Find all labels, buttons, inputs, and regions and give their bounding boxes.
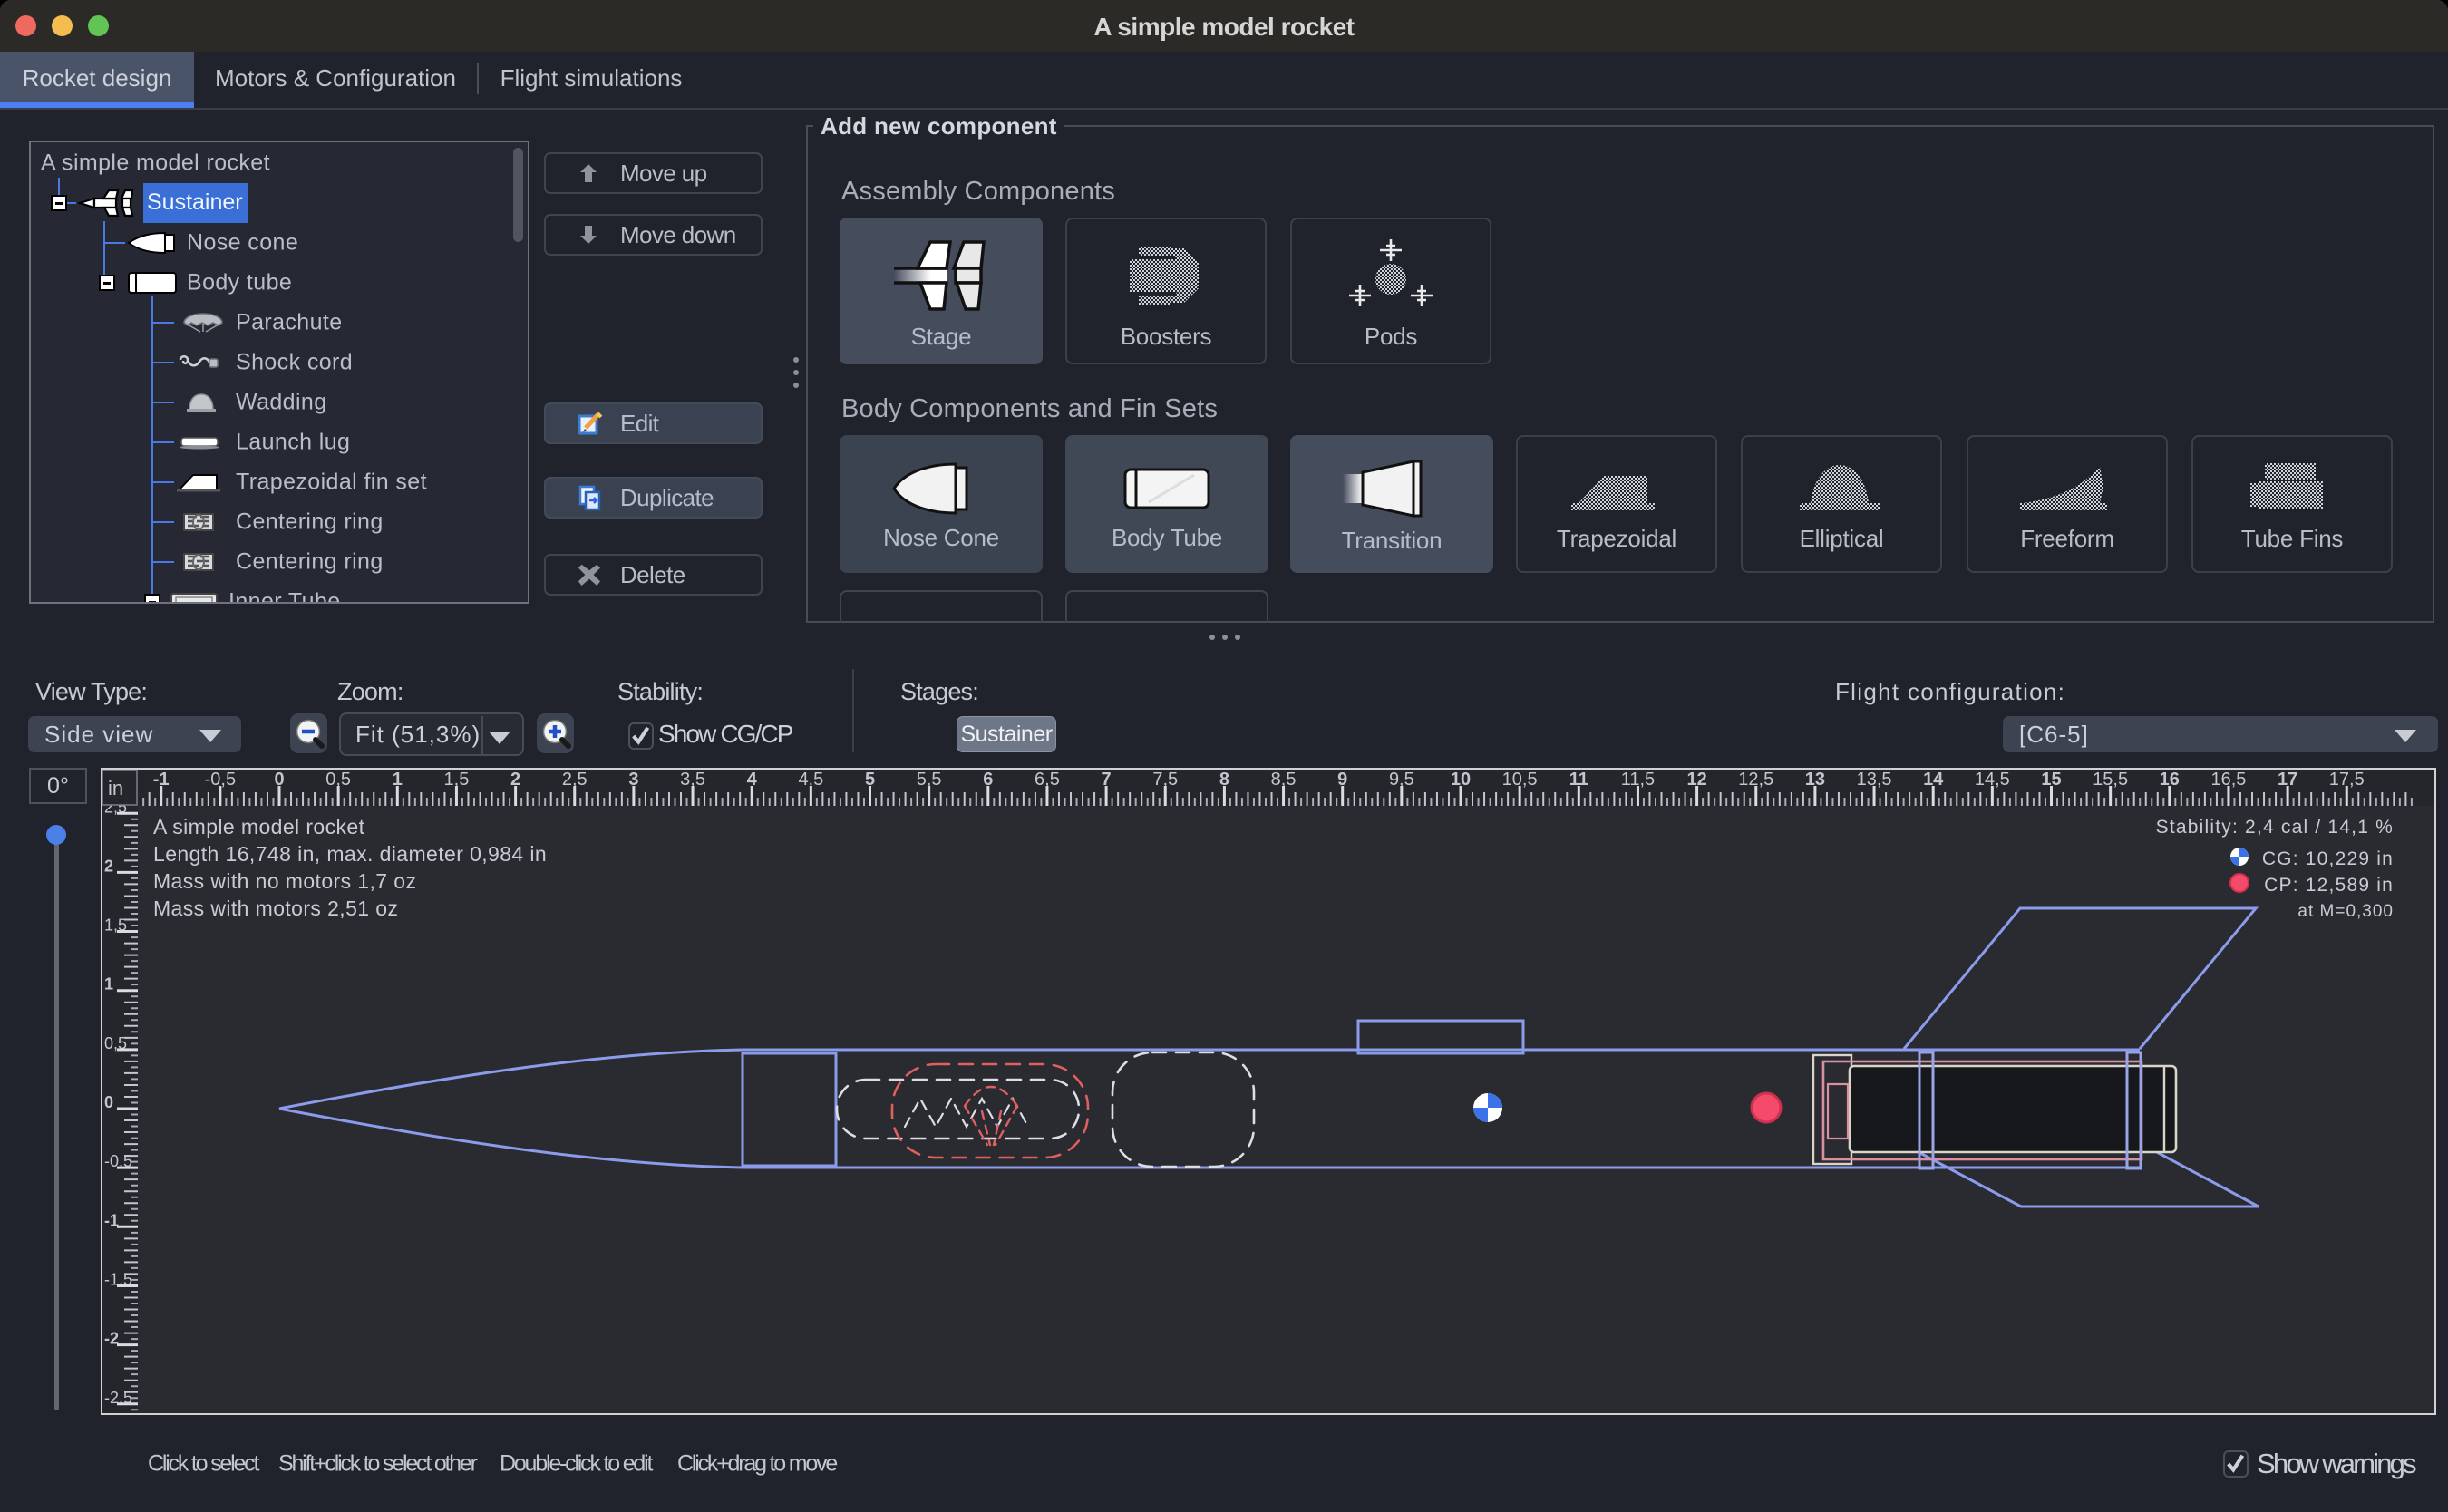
svg-text:0: 0	[104, 1093, 113, 1111]
svg-text:CP: 12,589 in: CP: 12,589 in	[2264, 875, 2394, 896]
svg-text:in: in	[108, 777, 123, 800]
svg-text:-1: -1	[104, 1211, 119, 1229]
svg-text:at M=0,300: at M=0,300	[2297, 902, 2394, 921]
svg-text:-2: -2	[104, 1330, 119, 1348]
svg-text:Mass with no motors 1,7 oz: Mass with no motors 1,7 oz	[153, 869, 416, 893]
svg-text:A simple model rocket: A simple model rocket	[153, 815, 365, 838]
svg-text:CG: 10,229 in: CG: 10,229 in	[2262, 848, 2394, 869]
svg-text:2: 2	[104, 857, 113, 875]
svg-text:Length 16,748 in, max. diamete: Length 16,748 in, max. diameter 0,984 in	[153, 842, 547, 866]
svg-text:Mass with motors 2,51 oz: Mass with motors 2,51 oz	[153, 897, 398, 920]
svg-text:1: 1	[104, 975, 113, 993]
svg-text:Stability: 2,4 cal / 14,1 %: Stability: 2,4 cal / 14,1 %	[2156, 817, 2394, 838]
